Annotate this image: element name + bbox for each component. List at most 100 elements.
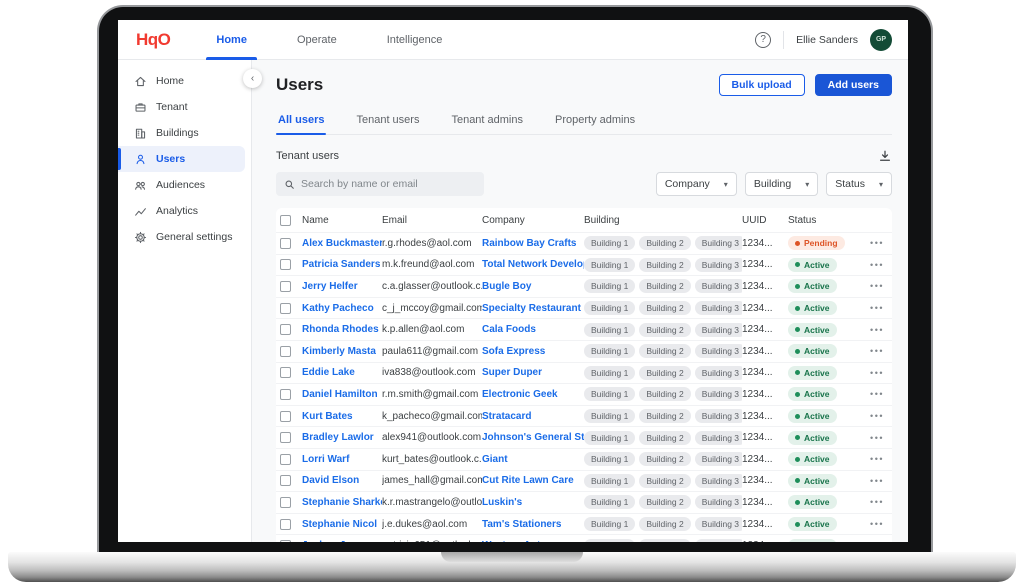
row-checkbox[interactable] [280,303,291,314]
company-link[interactable]: Specialty Restaurant Gro [482,303,584,314]
company-link[interactable]: Electronic Geek [482,389,584,400]
user-name-link[interactable]: Daniel Hamilton [302,389,382,400]
building-chip: Building 2 [639,323,690,337]
tab-tenant-users[interactable]: Tenant users [354,108,421,134]
row-checkbox[interactable] [280,454,291,465]
company-link[interactable]: Giant [482,454,584,465]
status-label: Active [804,346,830,356]
user-name-link[interactable]: Alex Buckmaster [302,238,382,249]
building-chips: Building 1Building 2Building 3 [584,474,742,488]
company-link[interactable]: Total Network Developm [482,259,584,270]
user-name-link[interactable]: Patricia Sanders [302,259,382,270]
row-menu-icon[interactable]: ••• [848,325,888,335]
user-name-link[interactable]: Eddie Lake [302,367,382,378]
sidebar-collapse-button[interactable]: ‹ [243,69,262,88]
row-menu-icon[interactable]: ••• [848,541,888,542]
topnav-item-intelligence[interactable]: Intelligence [383,20,447,60]
tab-all-users[interactable]: All users [276,108,326,134]
user-name-link[interactable]: Stephanie Nicol [302,519,382,530]
filter-select-status[interactable]: Status▾ [826,172,892,196]
company-link[interactable]: Cala Foods [482,324,584,335]
row-menu-icon[interactable]: ••• [848,476,888,486]
add-users-button[interactable]: Add users [815,74,892,96]
row-checkbox[interactable] [280,475,291,486]
user-name-link[interactable]: Rhonda Rhodes [302,324,382,335]
home-icon [134,75,147,88]
search-box[interactable] [276,172,484,196]
row-checkbox[interactable] [280,259,291,270]
company-link[interactable]: Stratacard [482,411,584,422]
company-link[interactable]: Tam's Stationers [482,519,584,530]
tab-tenant-admins[interactable]: Tenant admins [449,108,525,134]
row-checkbox[interactable] [280,497,291,508]
company-link[interactable]: Rainbow Bay Crafts [482,238,584,249]
select-all-checkbox[interactable] [280,215,291,226]
row-checkbox[interactable] [280,432,291,443]
row-checkbox[interactable] [280,346,291,357]
company-link[interactable]: Western Auto [482,540,584,542]
download-icon[interactable] [878,149,892,163]
company-link[interactable]: Luskin's [482,497,584,508]
row-menu-icon[interactable]: ••• [848,238,888,248]
user-name-link[interactable]: Kimberly Masta [302,346,382,357]
row-menu-icon[interactable]: ••• [848,497,888,507]
row-checkbox[interactable] [280,367,291,378]
avatar[interactable]: GP [870,29,892,51]
company-link[interactable]: Cut Rite Lawn Care [482,475,584,486]
user-name-link[interactable]: Lorri Warf [302,454,382,465]
sidebar-item-analytics[interactable]: Analytics [118,198,245,224]
row-checkbox[interactable] [280,519,291,530]
user-name-link[interactable]: Kurt Bates [302,411,382,422]
user-name-link[interactable]: Stephanie Sharkey [302,497,382,508]
company-link[interactable]: Johnson's General Store [482,432,584,443]
user-uuid: 1234... [742,367,788,378]
help-icon[interactable]: ? [755,32,771,48]
row-checkbox[interactable] [280,324,291,335]
row-checkbox[interactable] [280,411,291,422]
row-menu-icon[interactable]: ••• [848,519,888,529]
building-chip: Building 3 [695,387,742,401]
row-checkbox[interactable] [280,540,291,542]
sidebar-item-audiences[interactable]: Audiences [118,172,245,198]
sidebar-item-tenant[interactable]: Tenant [118,94,245,120]
sidebar-item-home[interactable]: Home [118,68,245,94]
building-chips: Building 1Building 2Building 3 [584,387,742,401]
tab-property-admins[interactable]: Property admins [553,108,637,134]
company-link[interactable]: Bugle Boy [482,281,584,292]
user-email: iva838@outlook.com [382,367,482,378]
row-menu-icon[interactable]: ••• [848,303,888,313]
sidebar-item-general-settings[interactable]: General settings [118,224,245,250]
row-menu-icon[interactable]: ••• [848,346,888,356]
status-dot [795,241,800,246]
user-name-link[interactable]: Joshua Jones [302,540,382,542]
row-menu-icon[interactable]: ••• [848,433,888,443]
sidebar-item-buildings[interactable]: Buildings [118,120,245,146]
row-menu-icon[interactable]: ••• [848,411,888,421]
row-checkbox[interactable] [280,238,291,249]
row-menu-icon[interactable]: ••• [848,368,888,378]
bulk-upload-button[interactable]: Bulk upload [719,74,805,96]
row-menu-icon[interactable]: ••• [848,281,888,291]
company-link[interactable]: Super Duper [482,367,584,378]
company-link[interactable]: Sofa Express [482,346,584,357]
filter-select-building[interactable]: Building▾ [745,172,818,196]
user-name-link[interactable]: Bradley Lawlor [302,432,382,443]
sidebar-item-users[interactable]: Users [118,146,245,172]
search-input[interactable] [301,178,476,190]
user-name-link[interactable]: Jerry Helfer [302,281,382,292]
table-row: Kimberly Mastapaula611@gmail.comSofa Exp… [276,340,892,362]
row-menu-icon[interactable]: ••• [848,260,888,270]
table-row: Stephanie Nicolj.e.dukes@aol.comTam's St… [276,513,892,535]
row-menu-icon[interactable]: ••• [848,389,888,399]
topnav-item-operate[interactable]: Operate [293,20,341,60]
topnav-item-home[interactable]: Home [212,20,251,60]
user-name-link[interactable]: Kathy Pacheco [302,303,382,314]
table-row: Kathy Pachecoc_j_mccoy@gmail.comSpecialt… [276,297,892,319]
row-checkbox[interactable] [280,389,291,400]
filter-select-company[interactable]: Company▾ [656,172,737,196]
row-checkbox[interactable] [280,281,291,292]
chevron-down-icon: ▾ [724,180,728,189]
status-dot [795,306,800,311]
user-name-link[interactable]: David Elson [302,475,382,486]
row-menu-icon[interactable]: ••• [848,454,888,464]
